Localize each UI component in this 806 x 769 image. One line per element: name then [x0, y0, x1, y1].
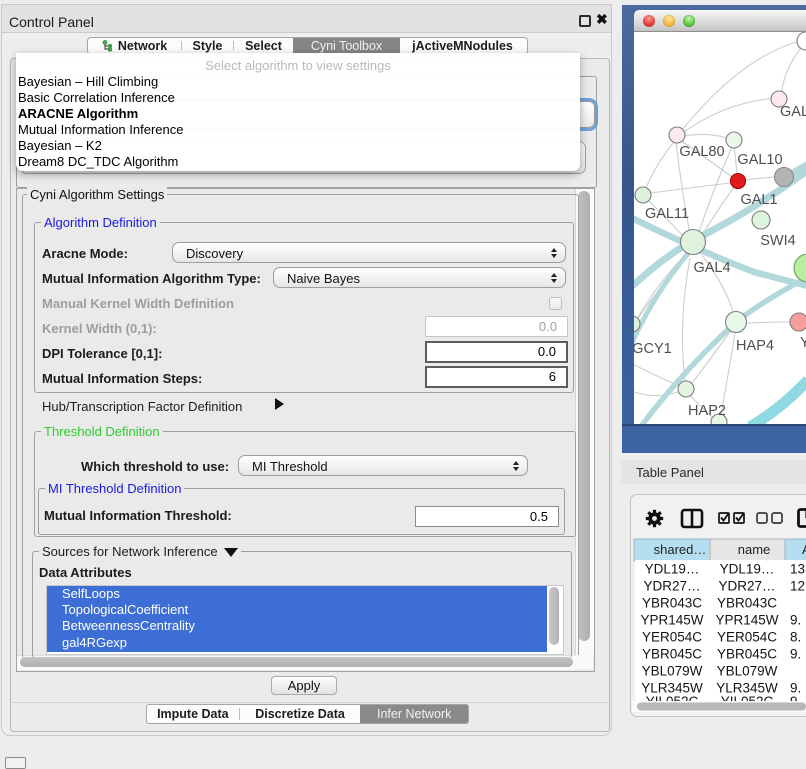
- svg-text:YDL19…: YDL19…: [645, 562, 700, 577]
- svg-text:YDL19…: YDL19…: [720, 562, 775, 577]
- svg-text:YER054C: YER054C: [717, 630, 777, 645]
- svg-text:GAL80: GAL80: [679, 144, 724, 160]
- svg-text:GAL10: GAL10: [737, 152, 782, 168]
- svg-text:shared…: shared…: [654, 542, 707, 557]
- svg-text:GCY1: GCY1: [634, 341, 672, 357]
- svg-text:GAL: GAL: [780, 104, 806, 120]
- svg-text:YBL079W: YBL079W: [642, 664, 703, 679]
- svg-text:SWI4: SWI4: [760, 233, 795, 249]
- svg-text:YBL079W: YBL079W: [717, 664, 778, 679]
- svg-text:YBR043C: YBR043C: [642, 596, 702, 611]
- svg-text:GAL1: GAL1: [740, 192, 777, 208]
- svg-text:GAL11: GAL11: [645, 206, 689, 222]
- svg-text:HAP4: HAP4: [736, 338, 774, 354]
- svg-text:YPR145W: YPR145W: [715, 613, 778, 628]
- svg-text:Y: Y: [800, 335, 806, 351]
- svg-text:YBR045C: YBR045C: [717, 647, 777, 662]
- svg-text:8.: 8.: [790, 630, 801, 645]
- svg-text:9.: 9.: [790, 647, 801, 662]
- svg-text:9.: 9.: [790, 613, 801, 628]
- svg-text:YDR27…: YDR27…: [718, 579, 775, 594]
- svg-text:13: 13: [790, 562, 805, 577]
- svg-text:YPR145W: YPR145W: [640, 613, 703, 628]
- svg-text:YER054C: YER054C: [642, 630, 702, 645]
- svg-text:name: name: [738, 542, 771, 557]
- svg-text:GAL4: GAL4: [693, 260, 730, 276]
- svg-text:YDR27…: YDR27…: [643, 579, 700, 594]
- svg-text:HAP2: HAP2: [688, 403, 726, 419]
- svg-text:A: A: [802, 542, 806, 557]
- svg-text:YBR043C: YBR043C: [717, 596, 777, 611]
- svg-text:12: 12: [790, 579, 805, 594]
- svg-text:YBR045C: YBR045C: [642, 647, 702, 662]
